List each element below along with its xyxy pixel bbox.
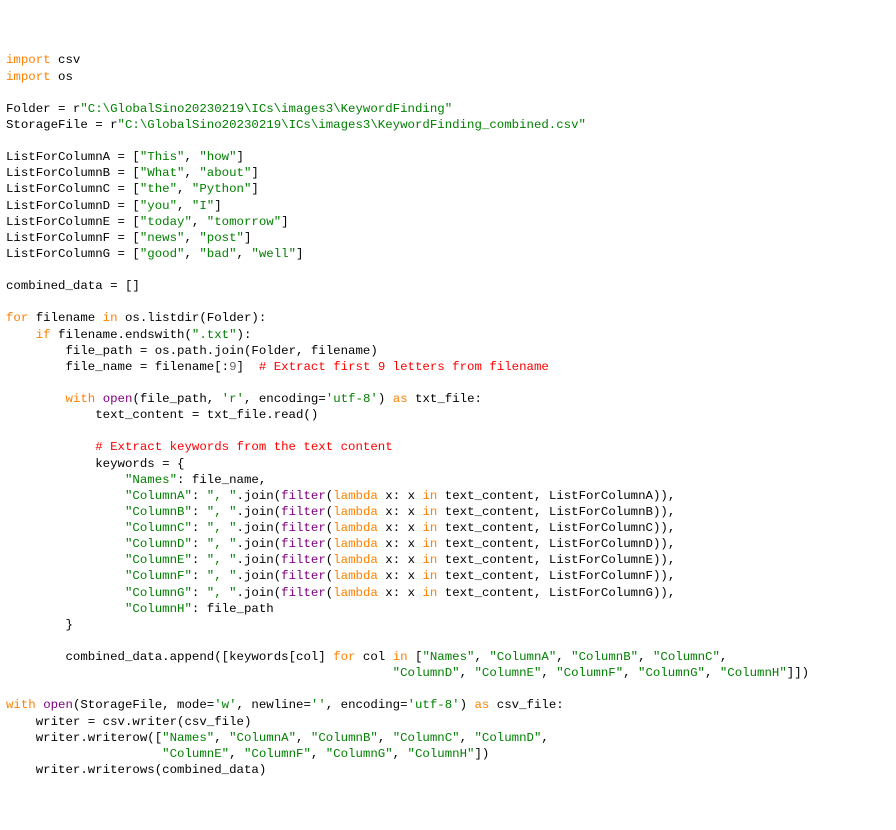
code-line: ListForColumnB = ["What", "about"]: [6, 166, 259, 180]
code-line: text_content = txt_file.read(): [6, 408, 318, 422]
code-line: writer.writerows(combined_data): [6, 763, 266, 777]
code-line: "ColumnH": file_path: [6, 602, 274, 616]
code-line: file_path = os.path.join(Folder, filenam…: [6, 344, 378, 358]
code-line: if filename.endswith(".txt"):: [6, 328, 251, 342]
code-line: keywords = {: [6, 457, 184, 471]
code-line: "ColumnG": ", ".join(filter(lambda x: x …: [6, 586, 675, 600]
code-line: "ColumnE": ", ".join(filter(lambda x: x …: [6, 553, 675, 567]
code-line: Folder = r"C:\GlobalSino20230219\ICs\ima…: [6, 102, 452, 116]
code-line: ListForColumnA = ["This", "how"]: [6, 150, 244, 164]
code-line: import csv: [6, 53, 80, 67]
code-line: with open(file_path, 'r', encoding='utf-…: [6, 392, 482, 406]
code-line: import os: [6, 70, 73, 84]
code-line: ListForColumnD = ["you", "I"]: [6, 199, 222, 213]
code-line: }: [6, 618, 73, 632]
code-line: writer = csv.writer(csv_file): [6, 715, 251, 729]
code-line: "ColumnA": ", ".join(filter(lambda x: x …: [6, 489, 675, 503]
code-line: writer.writerow(["Names", "ColumnA", "Co…: [6, 731, 549, 745]
code-line: with open(StorageFile, mode='w', newline…: [6, 698, 564, 712]
code-line: ListForColumnG = ["good", "bad", "well"]: [6, 247, 303, 261]
code-line: "ColumnD", "ColumnE", "ColumnF", "Column…: [6, 666, 809, 680]
code-line: ListForColumnF = ["news", "post"]: [6, 231, 251, 245]
code-line: "ColumnD": ", ".join(filter(lambda x: x …: [6, 537, 675, 551]
code-line: StorageFile = r"C:\GlobalSino20230219\IC…: [6, 118, 586, 132]
code-line: ListForColumnE = ["today", "tomorrow"]: [6, 215, 289, 229]
code-line: "ColumnB": ", ".join(filter(lambda x: x …: [6, 505, 675, 519]
code-line: combined_data.append([keywords[col] for …: [6, 650, 727, 664]
code-line: ListForColumnC = ["the", "Python"]: [6, 182, 259, 196]
code-line: "ColumnE", "ColumnF", "ColumnG", "Column…: [6, 747, 489, 761]
code-line: # Extract keywords from the text content: [6, 440, 393, 454]
code-line: combined_data = []: [6, 279, 140, 293]
code-line: "ColumnC": ", ".join(filter(lambda x: x …: [6, 521, 675, 535]
code-line: for filename in os.listdir(Folder):: [6, 311, 266, 325]
code-line: "ColumnF": ", ".join(filter(lambda x: x …: [6, 569, 675, 583]
code-line: "Names": file_name,: [6, 473, 266, 487]
code-line: file_name = filename[:9] # Extract first…: [6, 360, 549, 374]
